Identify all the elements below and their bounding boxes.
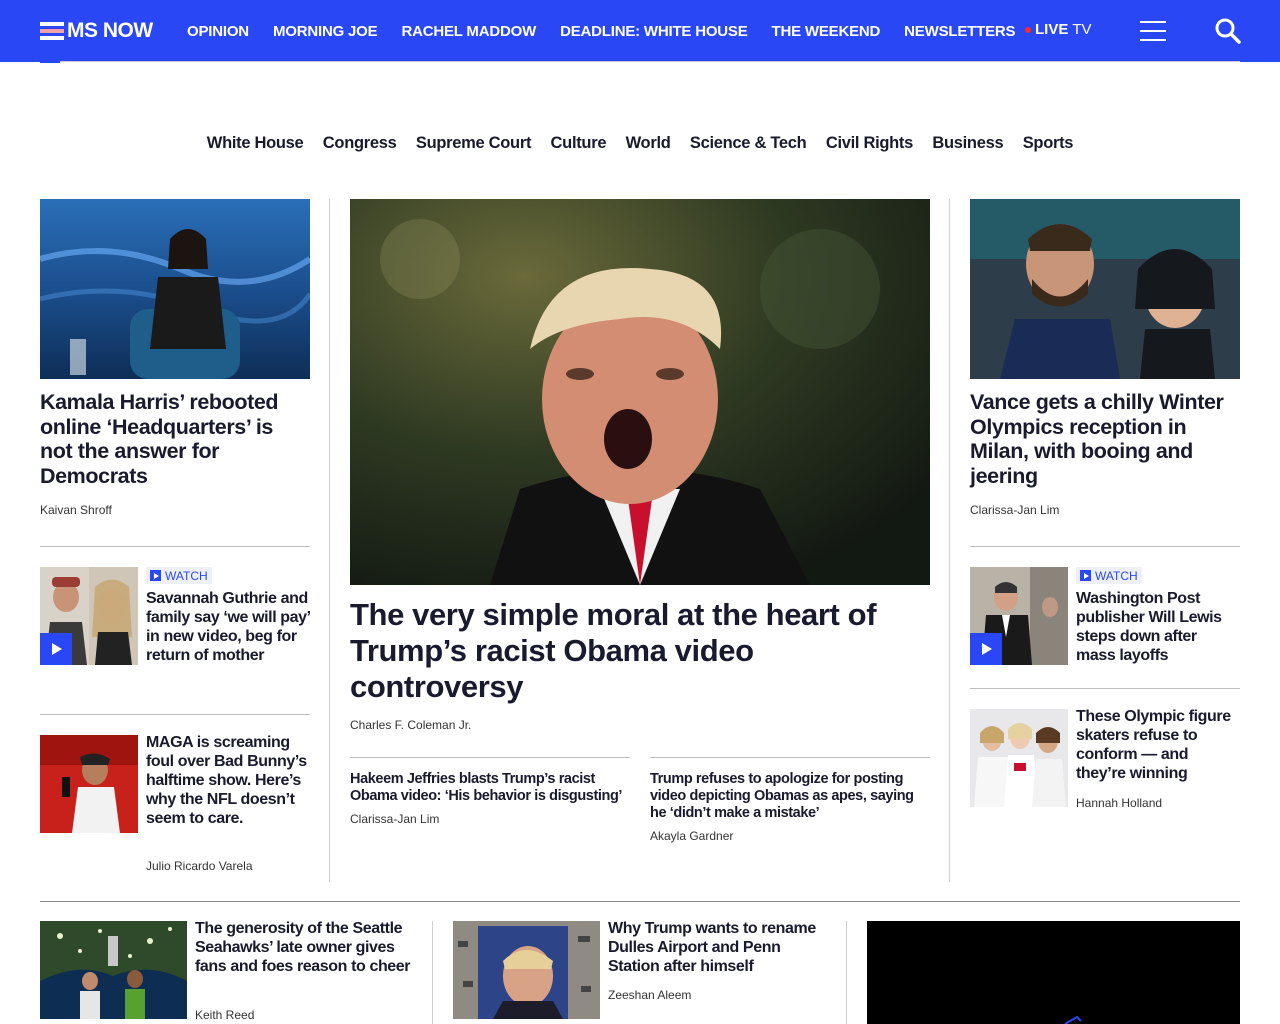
ms-now-logo[interactable]: MS NOW bbox=[40, 18, 153, 44]
trump-lead-image[interactable] bbox=[350, 199, 930, 585]
nav-link-opinion[interactable]: OPINION bbox=[187, 23, 249, 40]
figure-skaters-story-image[interactable] bbox=[970, 709, 1068, 807]
apology-story-headline[interactable]: Trump refuses to apologize for posting v… bbox=[650, 771, 930, 822]
section-nav: White House Congress Supreme Court Cultu… bbox=[0, 134, 1280, 153]
left-divider-2 bbox=[40, 714, 310, 715]
nav-link-deadline-white-house[interactable]: DEADLINE: WHITE HOUSE bbox=[560, 23, 748, 40]
washington-post-story-headline[interactable]: Washington Post publisher Will Lewis ste… bbox=[1076, 589, 1240, 665]
bottom-column-divider-2 bbox=[846, 921, 847, 1024]
logo-stripes-icon bbox=[40, 22, 64, 40]
center-divider-2 bbox=[650, 757, 930, 758]
header-divider-accent bbox=[40, 61, 60, 63]
nav-link-rachel-maddow[interactable]: RACHEL MADDOW bbox=[401, 23, 536, 40]
harris-story-image[interactable] bbox=[40, 199, 310, 379]
guthrie-story-image[interactable] bbox=[40, 567, 138, 665]
section-link-culture[interactable]: Culture bbox=[551, 134, 607, 153]
figure-skaters-story-byline[interactable]: Hannah Holland bbox=[1076, 796, 1162, 810]
video-icon bbox=[1080, 570, 1091, 581]
hamburger-menu-icon[interactable] bbox=[1140, 19, 1166, 43]
live-tv-link[interactable]: LIVE TV bbox=[1025, 21, 1092, 38]
nav-link-the-weekend[interactable]: THE WEEKEND bbox=[772, 23, 881, 40]
right-divider-1 bbox=[970, 546, 1240, 547]
dulles-story-image[interactable] bbox=[453, 921, 600, 1019]
bottom-column-divider-1 bbox=[432, 921, 433, 1024]
dulles-story-headline[interactable]: Why Trump wants to rename Dulles Airport… bbox=[608, 919, 833, 976]
bottom-row-divider bbox=[40, 901, 1240, 902]
vance-story-image[interactable] bbox=[970, 199, 1240, 379]
left-divider-1 bbox=[40, 546, 310, 547]
seahawks-story-image[interactable] bbox=[40, 921, 187, 1019]
section-link-science-tech[interactable]: Science & Tech bbox=[690, 134, 807, 153]
primary-nav: OPINION MORNING JOE RACHEL MADDOW DEADLI… bbox=[187, 0, 1039, 62]
top-navigation-bar: MS NOW OPINION MORNING JOE RACHEL MADDOW… bbox=[0, 0, 1280, 62]
section-link-congress[interactable]: Congress bbox=[323, 134, 397, 153]
washington-post-story-image[interactable] bbox=[970, 567, 1068, 665]
live-label: LIVE bbox=[1035, 21, 1069, 38]
tv-label: TV bbox=[1072, 21, 1092, 38]
dulles-story-byline[interactable]: Zeeshan Aleem bbox=[608, 988, 691, 1002]
bad-bunny-story-headline[interactable]: MAGA is screaming foul over Bad Bunny’s … bbox=[146, 733, 310, 828]
search-icon[interactable] bbox=[1214, 17, 1242, 45]
column-divider-right bbox=[949, 199, 950, 882]
jeffries-story-headline[interactable]: Hakeem Jeffries blasts Trump’s racist Ob… bbox=[350, 771, 630, 805]
section-link-sports[interactable]: Sports bbox=[1023, 134, 1074, 153]
live-dot-icon bbox=[1025, 26, 1031, 33]
harris-story-headline[interactable]: Kamala Harris’ rebooted online ‘Headquar… bbox=[40, 390, 310, 488]
trump-lead-byline[interactable]: Charles F. Coleman Jr. bbox=[350, 718, 471, 732]
seahawks-story-headline[interactable]: The generosity of the Seattle Seahawks’ … bbox=[195, 919, 420, 976]
guthrie-story-headline[interactable]: Savannah Guthrie and family say ‘we will… bbox=[146, 589, 310, 665]
vance-story-headline[interactable]: Vance gets a chilly Winter Olympics rece… bbox=[970, 390, 1240, 488]
section-link-world[interactable]: World bbox=[626, 134, 671, 153]
play-icon[interactable] bbox=[40, 633, 72, 665]
watch-badge: WATCH bbox=[146, 567, 212, 584]
logo-wordmark: MS NOW bbox=[67, 19, 153, 42]
section-link-civil-rights[interactable]: Civil Rights bbox=[826, 134, 913, 153]
center-divider-1 bbox=[350, 757, 630, 758]
jeffries-story-byline[interactable]: Clarissa-Jan Lim bbox=[350, 812, 439, 826]
trump-lead-headline[interactable]: The very simple moral at the heart of Tr… bbox=[350, 597, 930, 705]
nav-link-newsletters[interactable]: NEWSLETTERS bbox=[904, 23, 1015, 40]
right-divider-2 bbox=[970, 688, 1240, 689]
header-divider bbox=[40, 61, 1240, 62]
figure-skaters-story-headline[interactable]: These Olympic figure skaters refuse to c… bbox=[1076, 707, 1240, 783]
vance-story-byline[interactable]: Clarissa-Jan Lim bbox=[970, 503, 1059, 517]
watch-badge: WATCH bbox=[1076, 567, 1142, 584]
bad-bunny-story-image[interactable] bbox=[40, 735, 138, 833]
watch-label: WATCH bbox=[165, 568, 208, 583]
column-divider-left bbox=[329, 199, 330, 882]
apology-story-byline[interactable]: Akayla Gardner bbox=[650, 829, 733, 843]
section-link-white-house[interactable]: White House bbox=[207, 134, 304, 153]
nav-link-morning-joe[interactable]: MORNING JOE bbox=[273, 23, 378, 40]
video-player[interactable] bbox=[867, 921, 1240, 1024]
section-link-business[interactable]: Business bbox=[932, 134, 1003, 153]
section-link-supreme-court[interactable]: Supreme Court bbox=[416, 134, 532, 153]
play-icon[interactable] bbox=[970, 633, 1002, 665]
seahawks-story-byline[interactable]: Keith Reed bbox=[195, 1008, 254, 1022]
watch-label: WATCH bbox=[1095, 568, 1138, 583]
video-icon bbox=[150, 570, 161, 581]
harris-story-byline[interactable]: Kaivan Shroff bbox=[40, 503, 112, 517]
bad-bunny-story-byline[interactable]: Julio Ricardo Varela bbox=[146, 859, 253, 873]
